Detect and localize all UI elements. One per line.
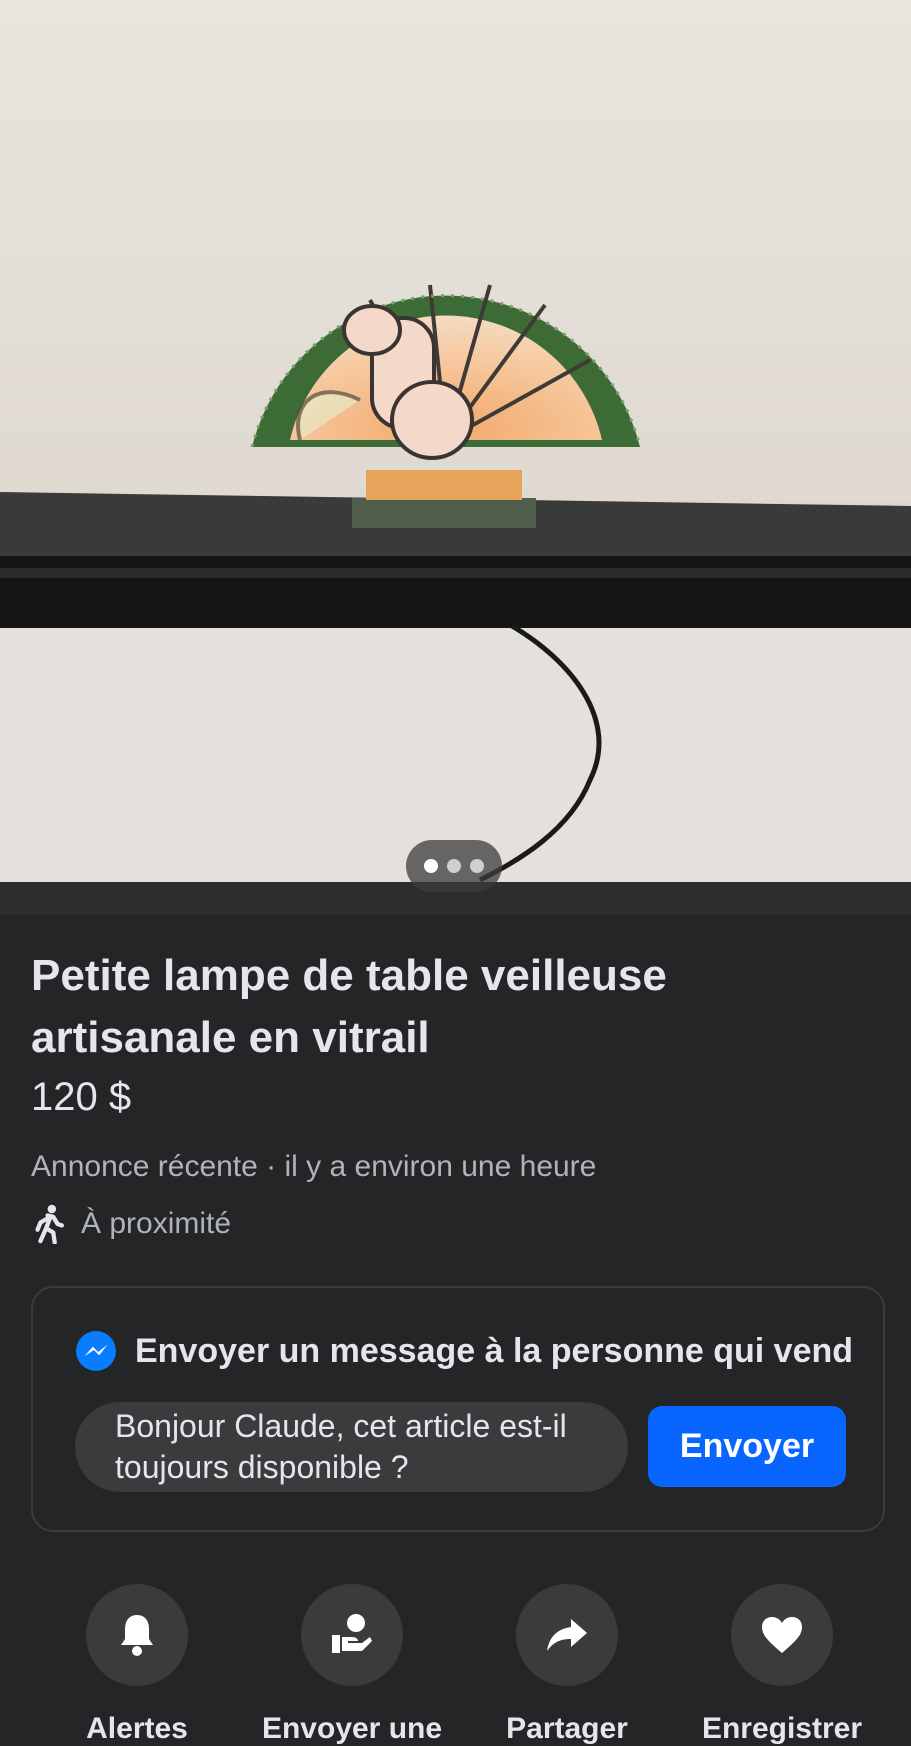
alerts-action[interactable]: Alertes xyxy=(30,1584,244,1746)
bell-icon xyxy=(121,1615,153,1656)
carousel-dot[interactable] xyxy=(447,859,461,873)
listing-meta: Annonce récente · il y a environ une heu… xyxy=(31,1150,597,1183)
proximity-row: À proximité xyxy=(31,1204,231,1244)
carousel-indicator[interactable] xyxy=(406,840,502,892)
save-button[interactable] xyxy=(731,1584,833,1686)
send-offer-action[interactable]: Envoyer une xyxy=(245,1584,459,1746)
save-action[interactable]: Enregistrer xyxy=(675,1584,889,1746)
listing-photo[interactable] xyxy=(0,0,911,915)
listing-price: 120 $ xyxy=(31,1075,132,1119)
proximity-label: À proximité xyxy=(81,1207,232,1240)
message-heading-row: Envoyer un message à la personne qui ven… xyxy=(75,1330,853,1372)
share-icon xyxy=(547,1619,587,1651)
carousel-dot[interactable] xyxy=(424,859,438,873)
message-heading: Envoyer un message à la personne qui ven… xyxy=(135,1331,854,1370)
share-label: Partager xyxy=(506,1712,628,1745)
listing-title: Petite lampe de table veilleuse artisana… xyxy=(31,951,667,1062)
message-seller-card: Envoyer un message à la personne qui ven… xyxy=(31,1286,885,1532)
messenger-icon xyxy=(76,1331,116,1371)
message-input[interactable]: Bonjour Claude, cet article est-il toujo… xyxy=(75,1402,628,1492)
alerts-label: Alertes xyxy=(86,1712,188,1745)
alerts-button[interactable] xyxy=(86,1584,188,1686)
share-action[interactable]: Partager xyxy=(460,1584,674,1746)
send-offer-icon xyxy=(332,1614,372,1653)
send-offer-button[interactable] xyxy=(301,1584,403,1686)
heart-icon xyxy=(762,1617,802,1653)
send-offer-label: Envoyer une xyxy=(261,1712,443,1745)
share-button[interactable] xyxy=(516,1584,618,1686)
carousel-dot[interactable] xyxy=(470,859,484,873)
save-label: Enregistrer xyxy=(701,1712,863,1745)
lamp-image xyxy=(0,0,911,915)
send-button[interactable]: Envoyer xyxy=(648,1406,846,1487)
walking-person-icon xyxy=(35,1204,64,1244)
